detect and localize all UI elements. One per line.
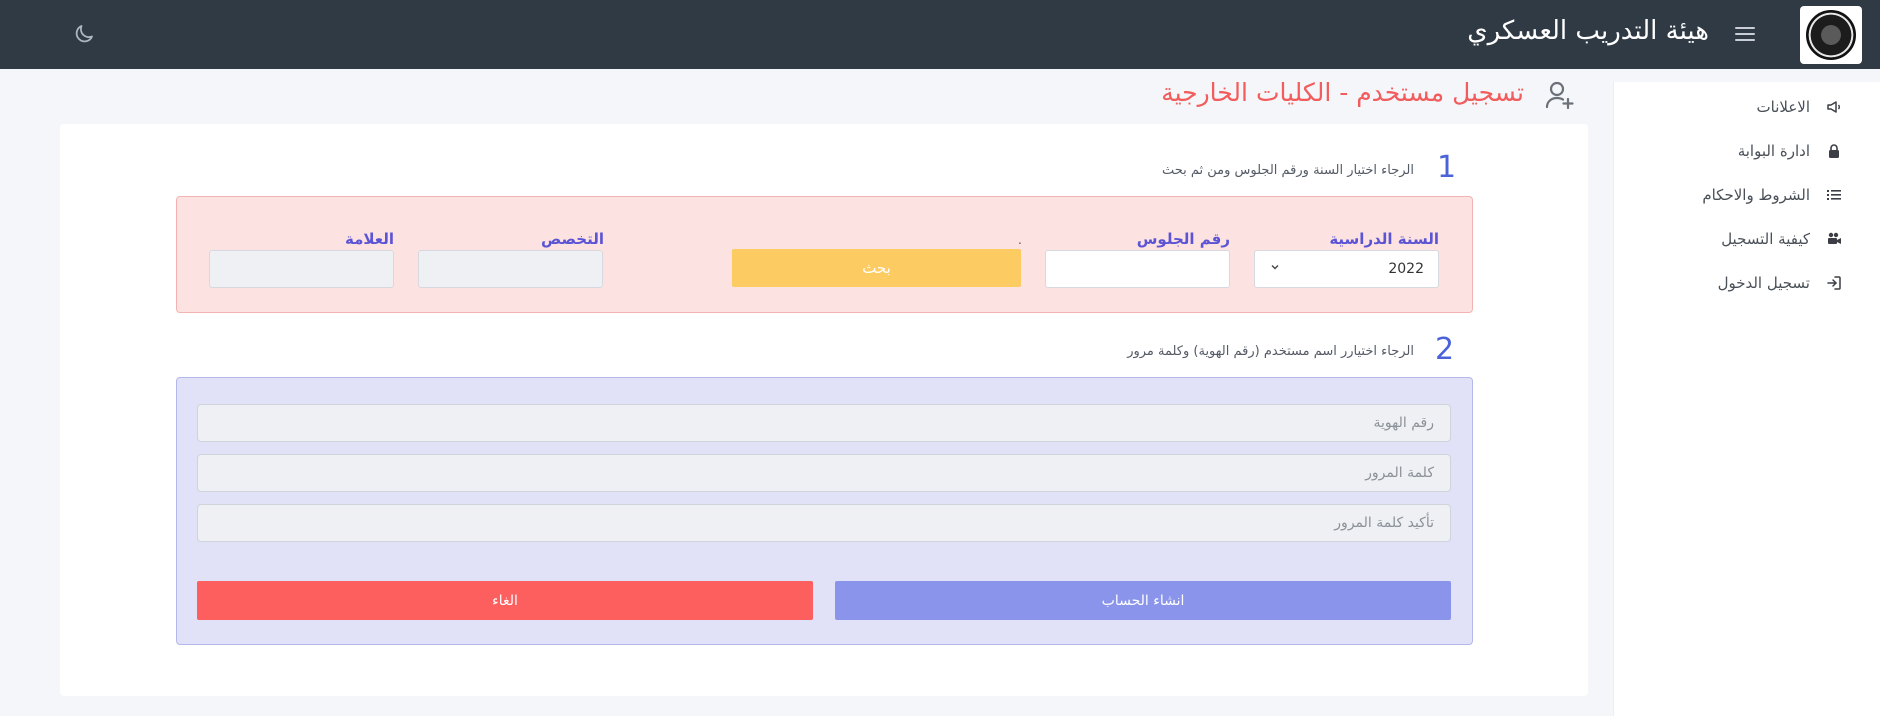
megaphone-icon — [1824, 97, 1844, 117]
year-select[interactable]: 2022 — [1254, 250, 1439, 288]
step-instruction: الرجاء اختيارر اسم مستخدم (رقم الهوية) و… — [1127, 344, 1414, 359]
user-plus-icon — [1544, 79, 1576, 111]
id-number-input[interactable]: رقم الهوية — [197, 404, 1451, 442]
password-input[interactable]: كلمة المرور — [197, 454, 1451, 492]
video-camera-icon — [1824, 229, 1844, 249]
moon-icon[interactable] — [72, 22, 96, 46]
chevron-down-icon — [1269, 261, 1281, 277]
grade-field — [209, 250, 394, 288]
sidebar-item-label: كيفية التسجيل — [1721, 230, 1810, 248]
seal-emblem — [1806, 10, 1856, 60]
sidebar-item-label: ادارة البوابة — [1737, 142, 1810, 160]
id-number-placeholder: رقم الهوية — [1373, 415, 1434, 431]
step-number: 2 — [1435, 332, 1455, 367]
create-account-button[interactable]: انشاء الحساب — [835, 581, 1451, 620]
year-select-value: 2022 — [1388, 261, 1424, 277]
step-number: 1 — [1437, 150, 1457, 185]
specialty-field — [418, 250, 603, 288]
brand-title[interactable]: هيئة التدريب العسكري — [1467, 16, 1709, 46]
sidebar-item-how-to-register[interactable]: كيفية التسجيل — [1624, 223, 1844, 255]
specialty-label: التخصص — [541, 230, 604, 248]
organization-logo[interactable] — [1800, 6, 1862, 64]
page-title: تسجيل مستخدم - الكليات الخارجية — [1161, 78, 1524, 107]
dot-mark: . — [1018, 233, 1022, 247]
confirm-password-input[interactable]: تأكيد كلمة المرور — [197, 504, 1451, 542]
search-button[interactable]: بحث — [732, 249, 1021, 287]
sidebar-item-login[interactable]: تسجيل الدخول — [1624, 267, 1844, 299]
sidebar-item-label: تسجيل الدخول — [1717, 274, 1810, 292]
grade-label: العلامة — [344, 230, 394, 248]
year-label: السنة الدراسية — [1329, 230, 1439, 248]
confirm-password-placeholder: تأكيد كلمة المرور — [1334, 515, 1434, 531]
hamburger-icon[interactable] — [1734, 24, 1756, 44]
sidebar-item-label: الاعلانات — [1756, 98, 1811, 116]
sidebar-item-portal-admin[interactable]: ادارة البوابة — [1624, 135, 1844, 167]
cancel-button[interactable]: الغاء — [197, 581, 813, 620]
list-icon — [1824, 185, 1844, 205]
login-icon — [1824, 273, 1844, 293]
sidebar-item-announcements[interactable]: الاعلانات — [1624, 91, 1844, 123]
sidebar: الاعلانات ادارة البوابة الشروط والاحكام — [1613, 82, 1880, 716]
password-placeholder: كلمة المرور — [1365, 465, 1434, 481]
sidebar-item-label: الشروط والاحكام — [1702, 186, 1810, 204]
sidebar-item-terms[interactable]: الشروط والاحكام — [1624, 179, 1844, 211]
top-navbar: هيئة التدريب العسكري — [0, 0, 1880, 69]
step-instruction: الرجاء اختيار السنة ورقم الجلوس ومن ثم ب… — [1161, 163, 1414, 178]
lock-icon — [1824, 141, 1844, 161]
seat-number-label: رقم الجلوس — [1136, 230, 1230, 248]
seat-number-input[interactable] — [1045, 250, 1230, 288]
